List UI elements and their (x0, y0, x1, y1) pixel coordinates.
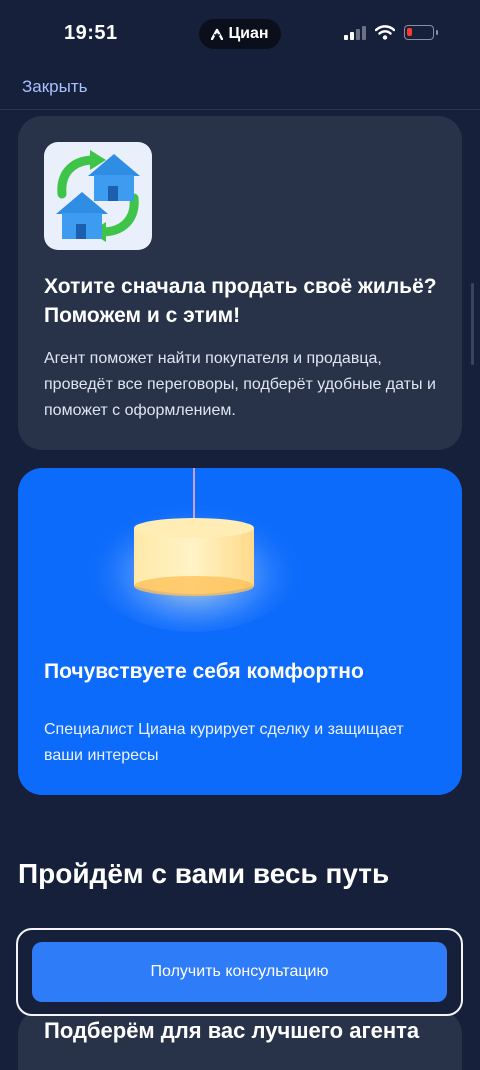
wifi-icon (375, 25, 395, 40)
close-button[interactable]: Закрыть (22, 77, 87, 97)
battery-icon (404, 25, 438, 40)
lamp-icon (84, 468, 304, 632)
get-consultation-button[interactable]: Получить консультацию (32, 942, 447, 1002)
battery-level (407, 28, 412, 36)
card-description: Специалист Циана курирует сделку и защищ… (44, 721, 404, 764)
dynamic-island: Циан (199, 19, 281, 49)
cellular-signal-icon (344, 25, 366, 40)
houses-exchange-icon (44, 142, 152, 250)
card-title: Подберём для вас лучшего агента (44, 1018, 420, 1043)
scroll-indicator[interactable] (471, 283, 474, 365)
status-bar: 19:51 Циан (0, 0, 480, 70)
agent-card: Подберём для вас лучшего агента (18, 1010, 462, 1070)
cta-container: Получить консультацию (16, 928, 463, 1016)
cian-logo-icon (211, 28, 224, 40)
status-icons (344, 25, 438, 40)
section-heading: Пройдём с вами весь путь (18, 858, 390, 889)
dynamic-island-label: Циан (228, 25, 269, 42)
nav-bar: Закрыть (0, 70, 480, 110)
sell-home-card: Хотите сначала продать своё жильё? Помож… (18, 116, 462, 450)
status-time: 19:51 (64, 22, 118, 44)
card-title: Хотите сначала продать своё жильё? Помож… (44, 275, 437, 327)
comfort-card: Почувствуете себя комфортно Специалист Ц… (18, 468, 462, 795)
card-description: Агент поможет найти покупателя и продавц… (44, 350, 436, 419)
card-title: Почувствуете себя комфортно (44, 660, 364, 683)
